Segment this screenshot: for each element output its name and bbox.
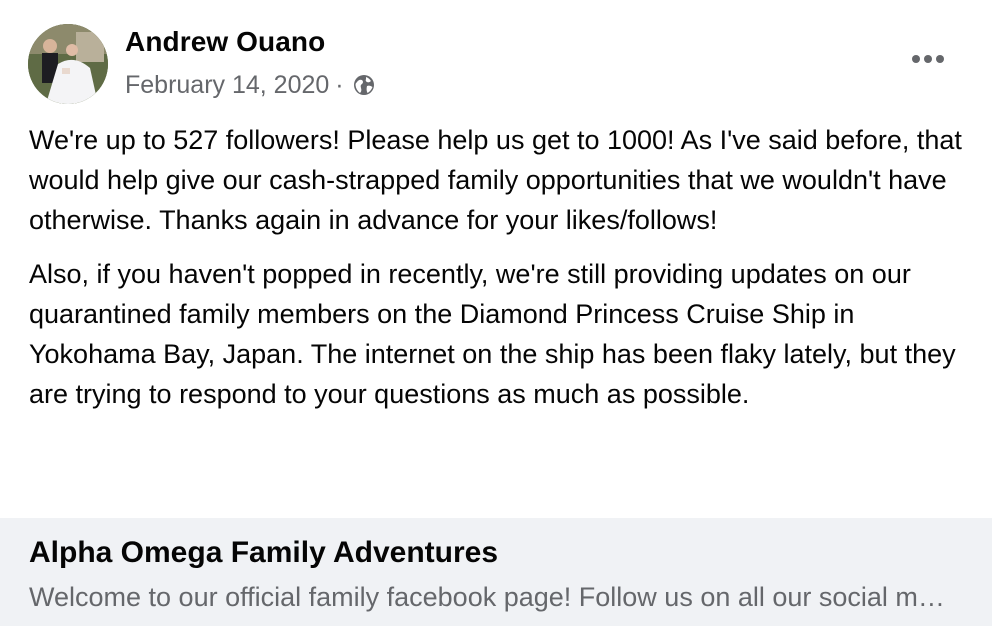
globe-icon[interactable] [352, 73, 376, 97]
facebook-post: Andrew Ouano February 14, 2020 · We're u… [0, 0, 992, 626]
link-preview-title[interactable]: Alpha Omega Family Adventures [29, 536, 498, 570]
author-name[interactable]: Andrew Ouano [125, 26, 325, 58]
link-preview-card[interactable]: Alpha Omega Family Adventures Welcome to… [0, 518, 992, 626]
post-paragraph: We're up to 527 followers! Please help u… [29, 125, 962, 235]
post-meta: February 14, 2020 · [125, 68, 376, 102]
more-options-dot [924, 55, 932, 63]
link-preview-description: Welcome to our official family facebook … [29, 582, 949, 612]
post-paragraph: Also, if you haven't popped in recently,… [29, 259, 956, 409]
more-options-button[interactable] [906, 48, 950, 70]
post-body: We're up to 527 followers! Please help u… [29, 120, 974, 414]
meta-separator: · [335, 70, 344, 99]
post-date[interactable]: February 14, 2020 [125, 71, 329, 100]
avatar-photo [28, 24, 108, 104]
more-options-dot [912, 55, 920, 63]
avatar[interactable] [28, 24, 108, 104]
more-options-dot [936, 55, 944, 63]
